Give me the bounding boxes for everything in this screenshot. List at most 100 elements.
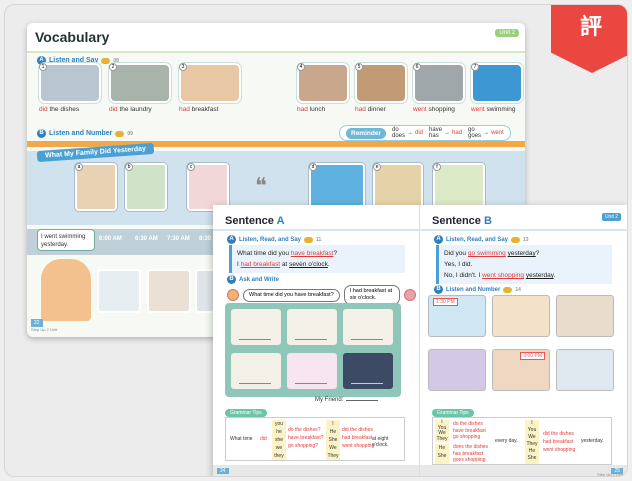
scene-picture: 3:00 PM: [492, 349, 550, 391]
underlined: yesterday: [507, 250, 536, 257]
picture-letter: e: [373, 163, 381, 171]
vocab-item[interactable]: 6 went shopping: [413, 63, 479, 113]
section-dot: B: [227, 275, 236, 284]
audio-icon[interactable]: [511, 236, 521, 243]
section-label: Listen, Read, and Say: [446, 236, 509, 243]
page-footer-text: Step Up 2 Unit: [596, 472, 623, 477]
vocab-item[interactable]: 4 had lunch: [297, 63, 363, 113]
family-picture: e: [373, 163, 423, 211]
reminder-past: did: [415, 130, 424, 136]
highlight: go swimming: [467, 250, 506, 257]
answer-line[interactable]: [295, 339, 327, 340]
table-cell: goes shopping: [453, 457, 486, 463]
audio-icon[interactable]: [304, 236, 314, 243]
vocab-object: dinner: [365, 106, 386, 113]
friend-label: My Friend:: [315, 397, 344, 403]
vocab-label: went shopping: [413, 106, 479, 113]
table-cell: We: [329, 445, 337, 451]
vocab-verb: had: [297, 106, 308, 113]
vocab-item[interactable]: 3 had breakfast: [179, 63, 245, 113]
example-box: What time did you have breakfast? I had …: [229, 245, 405, 273]
vocab-label: had lunch: [297, 106, 363, 113]
text: at: [280, 261, 290, 268]
vocab-object: lunch: [307, 106, 326, 113]
answer-line[interactable]: [239, 383, 271, 384]
sentence-b-title: Sentence B: [432, 215, 492, 227]
boy-avatar: [227, 289, 239, 301]
answer-line[interactable]: [295, 383, 327, 384]
scene-picture: [556, 295, 614, 337]
grid-cell: [231, 353, 281, 389]
table-cell: I: [531, 420, 533, 426]
grammar-table: I You We They do the dishes have breakfa…: [432, 417, 612, 465]
family-picture: f: [433, 163, 485, 211]
speech-bubble: I went swimming yesterday.: [37, 229, 95, 251]
vocab-item[interactable]: 2 did the laundry: [109, 63, 175, 113]
verb-column: do the dishes? have breakfast? go shoppi…: [288, 426, 324, 450]
subject-column: He She: [435, 444, 449, 464]
grammar-tips-tag: Grammar Tips: [432, 409, 474, 417]
vocab-number: 5: [355, 63, 363, 71]
audio-icon[interactable]: [115, 130, 125, 137]
table-cell: did the dishes: [342, 427, 373, 433]
girl-illustration: [41, 259, 91, 321]
reminder-base: go goes: [468, 127, 482, 139]
vocab-verb: did: [109, 106, 118, 113]
page-number: 22: [31, 319, 43, 327]
example-line: What time did you have breakfast?: [237, 248, 400, 259]
subject-column: I He She We They: [326, 420, 340, 460]
reminder-past: went: [491, 130, 504, 136]
section-dot: A: [227, 235, 236, 244]
table-cell: had breakfast: [543, 439, 574, 445]
corner-ribbon: 評: [551, 5, 627, 73]
family-picture: d: [309, 163, 365, 211]
section-listen-number: B Listen and Number 09: [37, 129, 133, 138]
vocab-verb: went: [471, 106, 485, 113]
answer-bubble: I had breakfast at six o'clock.: [343, 285, 400, 305]
arrow-icon: →: [444, 130, 451, 136]
vocab-item[interactable]: 7 went swimming: [471, 63, 525, 113]
answer-line[interactable]: [351, 383, 383, 384]
section-listen-read-say: A Listen, Read, and Say 11: [227, 235, 321, 244]
answer-line[interactable]: [351, 339, 383, 340]
reminder-pair-do: do does → did: [392, 127, 423, 139]
reminder-pair-have: have has → had: [429, 127, 462, 139]
section-ask-write: B Ask and Write: [227, 275, 279, 284]
table-cell: She: [527, 455, 537, 461]
grid-cell: [343, 353, 393, 389]
vocab-label: went swimming: [471, 106, 525, 113]
family-picture: c: [187, 163, 229, 211]
section-listen-read-say: A Listen, Read, and Say 13: [434, 235, 529, 244]
friend-answer-line[interactable]: [346, 399, 379, 401]
vocab-label: had breakfast: [179, 106, 245, 113]
reminder-base: do does: [391, 127, 405, 139]
title-rule: [213, 229, 419, 231]
title-letter: B: [483, 215, 492, 227]
table-cell: does the dishes: [453, 444, 489, 450]
section-label: Ask and Write: [239, 276, 279, 283]
vocab-number: 1: [39, 63, 47, 71]
sentence-b-page: Sentence B Unit 2 A Listen, Read, and Sa…: [420, 205, 627, 477]
page-footer: [420, 465, 627, 476]
section-dot: B: [37, 129, 46, 138]
table-cell: went shopping: [342, 443, 375, 449]
vocab-item[interactable]: 1 did the dishes: [39, 63, 105, 113]
table-cell: She: [437, 453, 447, 459]
question-bubble: What time did you have breakfast?: [243, 288, 340, 302]
vocab-item[interactable]: 5 had dinner: [355, 63, 421, 113]
table-cell: You: [527, 427, 537, 433]
table-cell: every day.: [495, 438, 518, 444]
text: .: [327, 261, 330, 268]
subject-column: I You We They He She: [525, 420, 539, 464]
picture-letter: b: [125, 163, 133, 171]
vocab-picture: 7: [471, 63, 523, 103]
grid-cell: [231, 309, 281, 345]
vocab-object: swimming: [484, 106, 516, 113]
answer-line[interactable]: [239, 339, 271, 340]
text: ?: [333, 250, 338, 257]
vocab-picture: 1: [39, 63, 101, 103]
picture-letter: c: [187, 163, 195, 171]
audio-track: 13: [523, 236, 529, 243]
text: No, I didn't. I: [444, 272, 483, 279]
page-number: 24: [217, 468, 229, 474]
